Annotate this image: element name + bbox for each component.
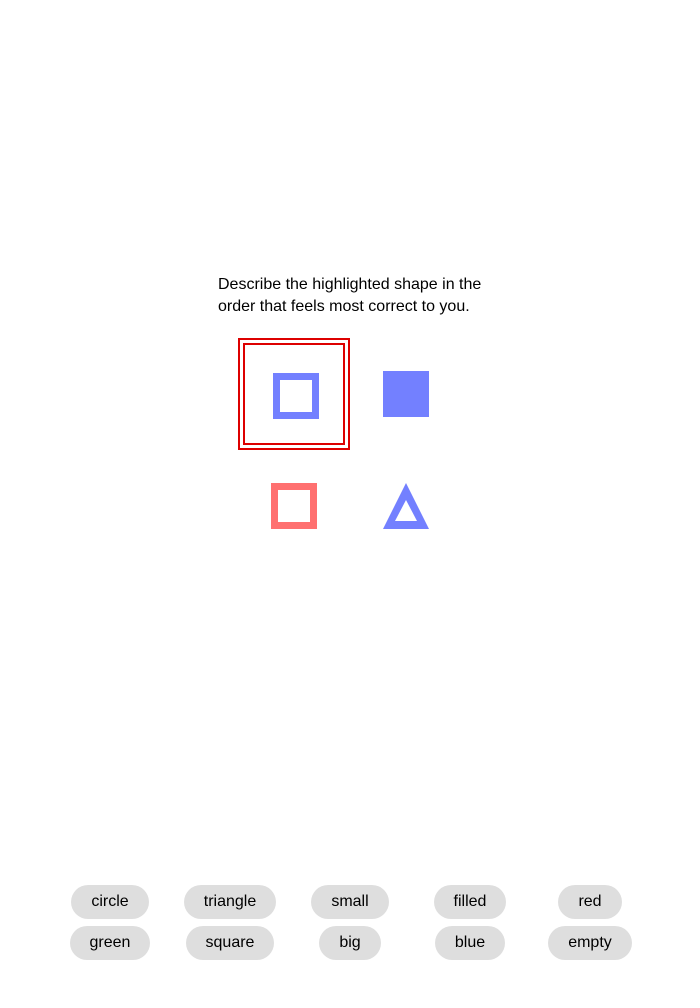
word-row: green square big blue empty (50, 926, 650, 960)
filled-blue-square-shape (383, 371, 429, 417)
word-button-square[interactable]: square (185, 926, 275, 960)
word-button-circle[interactable]: circle (71, 885, 149, 919)
empty-red-square-shape (271, 483, 317, 529)
word-button-filled[interactable]: filled (433, 885, 507, 919)
word-button-small[interactable]: small (311, 885, 389, 919)
word-button-triangle[interactable]: triangle (183, 885, 277, 919)
shape-cell-highlighted (238, 338, 350, 450)
word-row: circle triangle small filled red (50, 885, 650, 919)
word-bank: circle triangle small filled red green s… (50, 885, 650, 967)
shape-cell (238, 450, 350, 562)
shape-cell (350, 450, 462, 562)
empty-blue-square-shape (273, 373, 319, 419)
word-button-green[interactable]: green (69, 926, 151, 960)
word-button-empty[interactable]: empty (548, 926, 632, 960)
shape-cell (350, 338, 462, 450)
instructions-text: Describe the highlighted shape in the or… (218, 276, 482, 315)
word-button-blue[interactable]: blue (434, 926, 506, 960)
empty-blue-triangle-shape (383, 483, 429, 529)
shape-grid (238, 338, 462, 562)
word-button-big[interactable]: big (319, 926, 381, 960)
word-button-red[interactable]: red (558, 885, 622, 919)
